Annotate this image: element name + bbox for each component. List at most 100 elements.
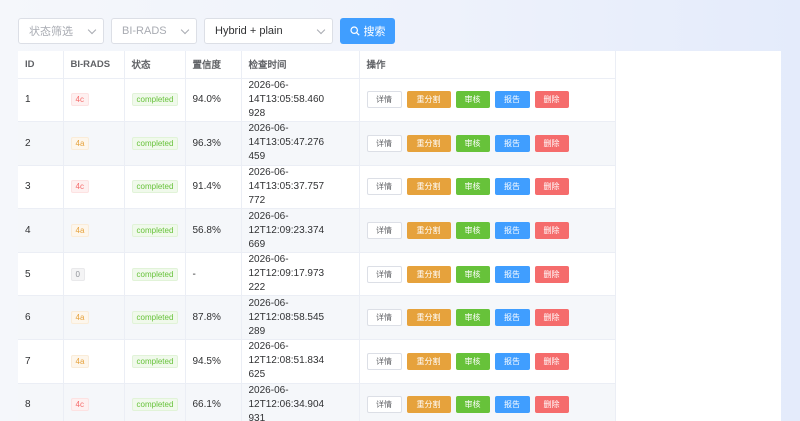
exam-time-line2: 289	[248, 325, 266, 337]
cell-id: 2	[18, 121, 64, 166]
delete-button[interactable]: 删除	[534, 352, 569, 370]
delete-button[interactable]: 删除	[534, 134, 569, 152]
cell-birads: 0	[63, 252, 125, 297]
delete-button[interactable]: 删除	[534, 309, 569, 327]
regrade-button[interactable]: 重分割	[406, 222, 451, 240]
cell-birads: 4c	[63, 165, 125, 210]
status-filter-select[interactable]: 状态筛选	[18, 18, 104, 44]
table-header-row: ID BI-RADS 状态 置信度 检查时间 操作	[18, 51, 616, 79]
regrade-button[interactable]: 重分割	[406, 396, 451, 414]
cell-exam-time: 2026-06-12T12:08:51.834 625	[241, 339, 360, 384]
chevron-down-icon	[180, 25, 190, 34]
cell-confidence: -	[185, 252, 242, 297]
review-button[interactable]: 审核	[455, 91, 490, 109]
cell-id: 8	[18, 383, 64, 421]
cell-id: 1	[18, 78, 64, 123]
cell-actions: 详情 重分割 审核 报告 删除	[359, 383, 616, 421]
detail-button[interactable]: 详情	[366, 134, 402, 152]
cell-status: completed	[124, 252, 186, 297]
cell-id: 5	[18, 252, 64, 297]
table-row: 7 4a completed 94.5% 2026-06-12T12:08:51.834…	[18, 339, 616, 384]
report-button[interactable]: 报告	[494, 309, 530, 327]
column-header-id: ID	[18, 51, 64, 79]
table-row: 5 0 completed -2026-06-12T12:09:17.973 222 详情…	[18, 252, 616, 297]
review-button[interactable]: 审核	[455, 309, 490, 327]
exam-time-line1: 2026-06-12T12:06:34.904	[248, 384, 325, 410]
cell-exam-time: 2026-06-12T12:09:17.973 222	[241, 252, 360, 297]
cell-actions: 详情 重分割 审核 报告 删除	[359, 78, 616, 123]
column-header-confidence: 置信度	[185, 51, 242, 79]
birads-filter-select[interactable]: BI-RADS	[111, 18, 197, 44]
cell-actions: 详情 重分割 审核 报告 删除	[359, 339, 616, 384]
cell-exam-time: 2026-06-14T13:05:58.460 928	[241, 78, 360, 123]
birads-badge: 4a	[70, 354, 90, 368]
detail-button[interactable]: 详情	[366, 222, 402, 240]
status-badge: completed	[131, 180, 179, 194]
cell-id: 6	[18, 295, 64, 341]
report-button[interactable]: 报告	[494, 265, 530, 283]
report-button[interactable]: 报告	[494, 396, 530, 414]
delete-button[interactable]: 删除	[534, 178, 569, 196]
birads-badge: 4c	[70, 93, 89, 107]
exam-time-line1: 2026-06-12T12:09:23.374	[248, 210, 325, 236]
report-button[interactable]: 报告	[494, 91, 530, 109]
report-button[interactable]: 报告	[494, 222, 530, 240]
status-badge: completed	[131, 398, 179, 412]
review-button[interactable]: 审核	[455, 396, 490, 414]
review-button[interactable]: 审核	[455, 178, 490, 196]
detail-button[interactable]: 详情	[366, 309, 402, 327]
delete-button[interactable]: 删除	[534, 222, 569, 240]
review-button[interactable]: 审核	[455, 265, 490, 283]
mode-select[interactable]: Hybrid + plain	[204, 18, 333, 44]
exam-time-line2: 931	[248, 412, 266, 421]
review-button[interactable]: 审核	[455, 134, 490, 152]
review-button[interactable]: 审核	[455, 352, 490, 370]
cell-confidence: 56.8%	[185, 208, 242, 253]
regrade-button[interactable]: 重分割	[406, 134, 451, 152]
report-button[interactable]: 报告	[494, 134, 530, 152]
cell-confidence: 94.0%	[185, 78, 242, 123]
cell-status: completed	[124, 383, 186, 421]
cell-id: 4	[18, 208, 64, 253]
cell-confidence: 66.1%	[185, 383, 242, 421]
table-row: 1 4c completed 94.0% 2026-06-14T13:05:58.460…	[18, 78, 616, 123]
detail-button[interactable]: 详情	[366, 352, 402, 370]
column-header-status: 状态	[124, 51, 186, 79]
report-button[interactable]: 报告	[494, 178, 530, 196]
delete-button[interactable]: 删除	[534, 396, 569, 414]
column-header-exam-time: 检查时间	[241, 51, 360, 79]
status-badge: completed	[131, 93, 179, 107]
cell-exam-time: 2026-06-12T12:06:34.904 931	[241, 383, 360, 421]
exam-time-line2: 928	[248, 107, 266, 119]
table-row: 3 4c completed 91.4% 2026-06-14T13:05:37.757…	[18, 165, 616, 210]
delete-button[interactable]: 删除	[534, 265, 569, 283]
exam-time-line1: 2026-06-14T13:05:58.460	[248, 79, 325, 105]
regrade-button[interactable]: 重分割	[406, 352, 451, 370]
cell-status: completed	[124, 295, 186, 341]
cell-birads: 4c	[63, 383, 125, 421]
regrade-button[interactable]: 重分割	[406, 178, 451, 196]
exam-time-line1: 2026-06-12T12:08:58.545	[248, 297, 325, 323]
delete-button[interactable]: 删除	[534, 91, 569, 109]
detail-button[interactable]: 详情	[366, 265, 402, 283]
regrade-button[interactable]: 重分割	[406, 265, 451, 283]
status-badge: completed	[131, 267, 179, 281]
search-button[interactable]: 搜索	[340, 18, 395, 44]
detail-button[interactable]: 详情	[366, 396, 402, 414]
exam-time-line2: 669	[248, 238, 266, 250]
status-badge: completed	[131, 136, 179, 150]
regrade-button[interactable]: 重分割	[406, 309, 451, 327]
birads-badge: 0	[70, 267, 85, 281]
exam-time-line1: 2026-06-14T13:05:37.757	[248, 166, 325, 192]
detail-button[interactable]: 详情	[366, 178, 402, 196]
detail-button[interactable]: 详情	[366, 91, 402, 109]
cell-exam-time: 2026-06-14T13:05:47.276 459	[241, 121, 360, 166]
column-header-birads: BI-RADS	[63, 51, 125, 79]
regrade-button[interactable]: 重分割	[406, 91, 451, 109]
exam-time-line1: 2026-06-12T12:08:51.834	[248, 341, 325, 367]
review-button[interactable]: 审核	[455, 222, 490, 240]
table-row: 6 4a completed 87.8% 2026-06-12T12:08:58.545…	[18, 295, 616, 341]
cell-birads: 4a	[63, 339, 125, 384]
report-button[interactable]: 报告	[494, 352, 530, 370]
chevron-down-icon	[316, 25, 326, 34]
